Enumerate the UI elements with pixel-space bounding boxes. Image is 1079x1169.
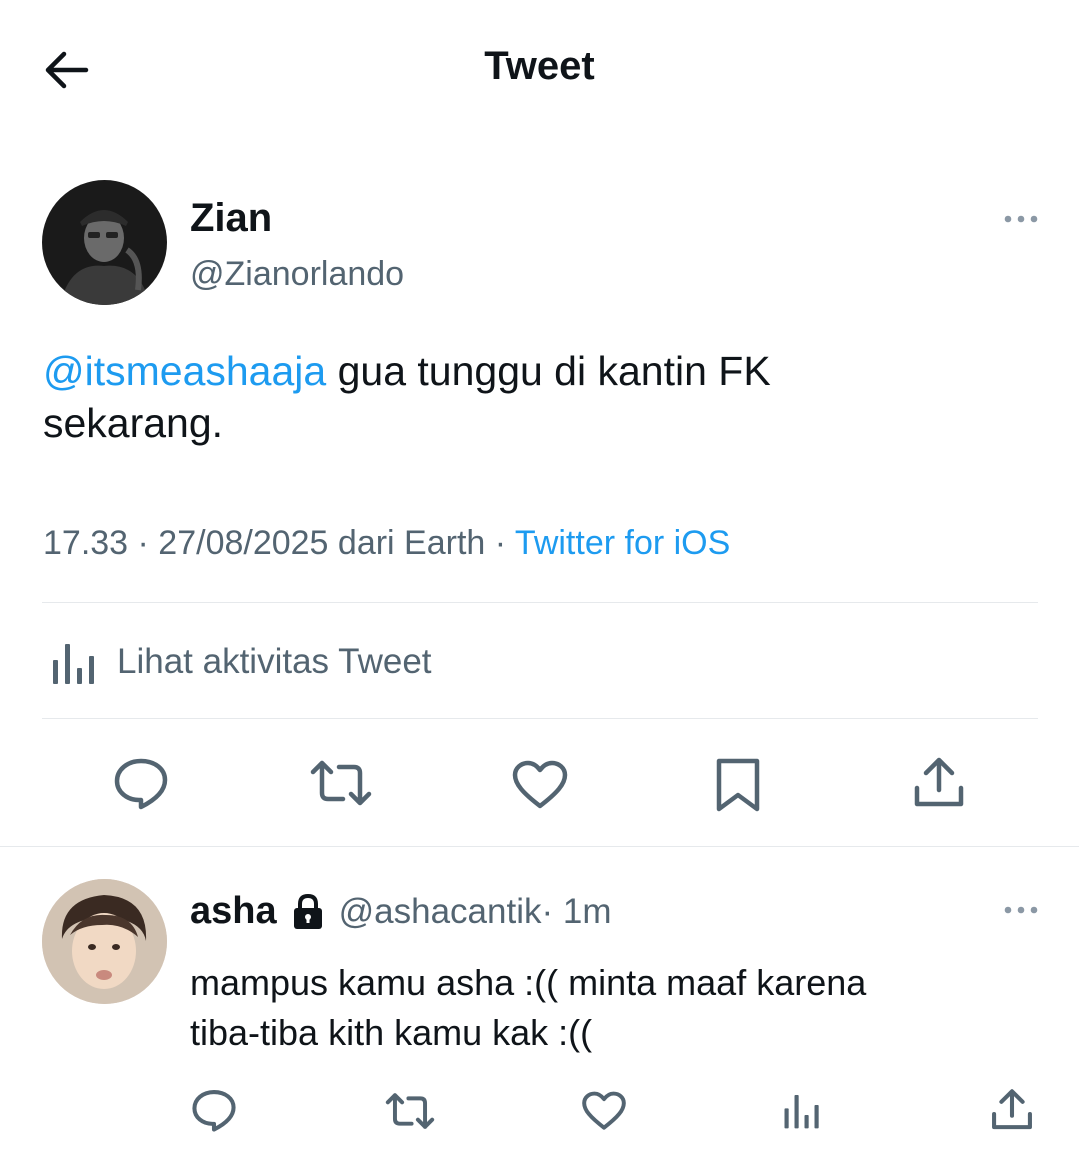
page-title: Tweet	[484, 44, 595, 88]
reply-share-icon[interactable]	[990, 1088, 1034, 1132]
mention-link[interactable]: @itsmeashaaja	[43, 348, 326, 394]
reply-like-heart-icon[interactable]	[581, 1091, 627, 1131]
reply-text-line2: tiba-tiba kith kamu kak :((	[190, 1012, 593, 1053]
share-icon[interactable]	[912, 756, 966, 810]
lock-icon	[291, 893, 325, 931]
tweet-text-line2: sekarang.	[43, 400, 224, 446]
reply-text: mampus kamu asha :(( minta maaf karena t…	[190, 958, 1050, 1058]
divider	[42, 602, 1038, 603]
reply-text-line1: mampus kamu asha :(( minta maaf karena	[190, 962, 867, 1003]
tweet-source-link[interactable]: Twitter for iOS	[515, 524, 730, 562]
reply-time: · 1m	[541, 891, 612, 931]
tweet-text-line1: gua tunggu di kantin FK	[326, 348, 771, 394]
analytics-icon	[50, 638, 98, 686]
author-avatar[interactable]	[42, 180, 167, 305]
activity-label: Lihat aktivitas Tweet	[117, 642, 432, 681]
like-heart-icon[interactable]	[511, 760, 569, 810]
tweet-text: @itsmeashaaja gua tunggu di kantin FK se…	[43, 345, 1043, 449]
section-divider	[0, 846, 1079, 847]
tweet-timestamp: 17.33 · 27/08/2025 dari Earth ·	[43, 524, 515, 562]
author-name[interactable]: Zian	[190, 196, 272, 241]
bookmark-icon[interactable]	[715, 757, 761, 813]
reply-header: asha @ashacantik · 1m	[190, 890, 611, 933]
reply-author-handle[interactable]: @ashacantik	[339, 892, 542, 932]
reply-more-options-icon[interactable]	[1002, 903, 1040, 917]
reply-reply-icon[interactable]	[191, 1088, 237, 1132]
tweet-meta: 17.33 · 27/08/2025 dari Earth · Twitter …	[43, 524, 730, 563]
reply-icon[interactable]	[113, 756, 169, 810]
divider	[42, 718, 1038, 719]
reply-author-name[interactable]: asha	[190, 890, 277, 933]
more-options-icon[interactable]	[1002, 212, 1040, 226]
reply-author-avatar[interactable]	[42, 879, 167, 1004]
reply-retweet-icon[interactable]	[384, 1092, 436, 1130]
tweet-activity-row[interactable]: Lihat aktivitas Tweet	[42, 630, 1038, 696]
reply-analytics-icon[interactable]	[782, 1090, 822, 1130]
retweet-icon[interactable]	[309, 759, 373, 807]
author-handle[interactable]: @Zianorlando	[190, 255, 404, 294]
